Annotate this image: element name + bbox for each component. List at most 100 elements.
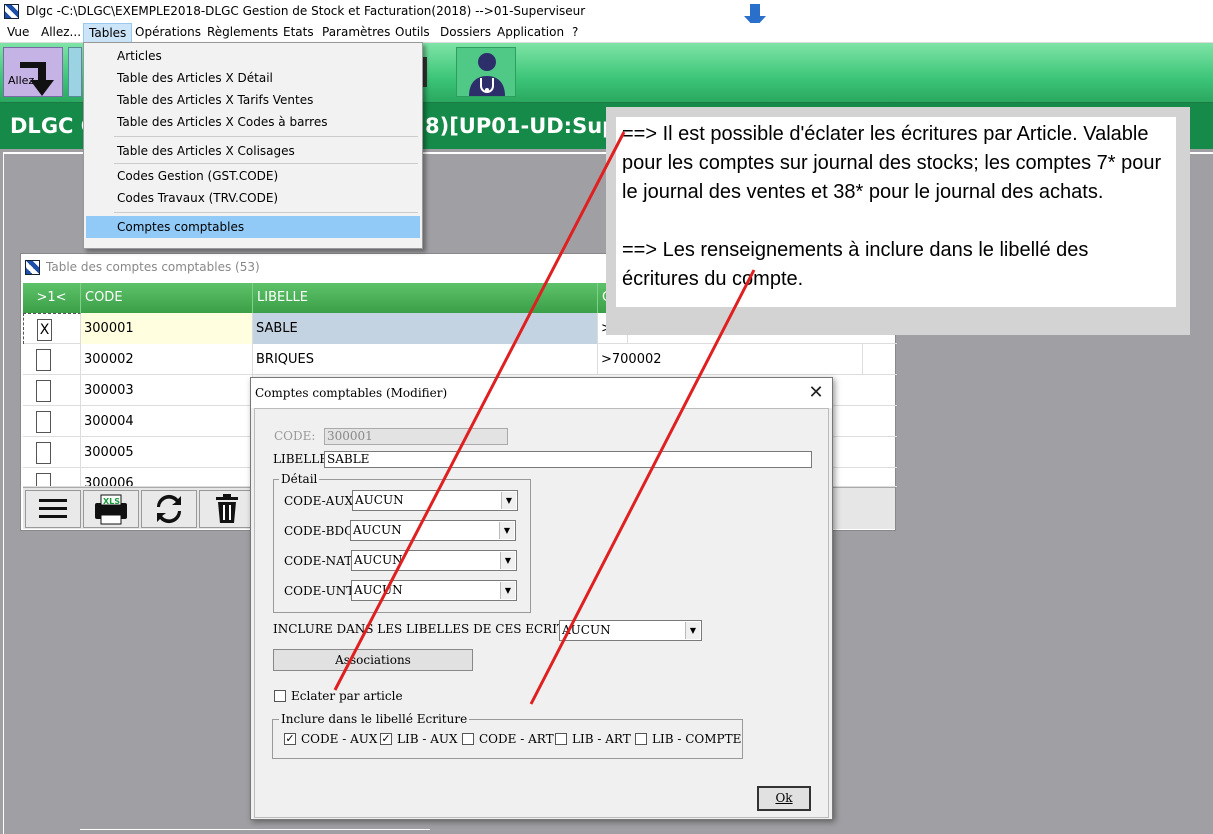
menu-etats[interactable]: Etats — [278, 23, 319, 43]
toolbar-button[interactable] — [68, 47, 82, 97]
cell-code: 300005 — [81, 437, 253, 468]
code-bdg-select[interactable]: AUCUN ▼ — [350, 520, 516, 541]
menu-item-articles-tarifs[interactable]: Table des Articles X Tarifs Ventes — [86, 89, 420, 111]
code-nat-select[interactable]: AUCUN ▼ — [351, 550, 517, 571]
code-nat-value: AUCUN — [354, 553, 403, 567]
eclater-label: Eclater par article — [291, 689, 403, 703]
chevron-down-icon: ▼ — [500, 582, 515, 599]
menu-parametres[interactable]: Paramètres — [317, 23, 395, 43]
menu-item-articles-codes-barres[interactable]: Table des Articles X Codes à barres — [86, 111, 420, 133]
list-menu-button[interactable] — [25, 490, 81, 528]
inclure-label: INCLURE DANS LES LIBELLES DE CES ECRITUR… — [273, 622, 602, 636]
tables-dropdown-menu: Articles Table des Articles X Détail Tab… — [83, 42, 423, 249]
menu-vue[interactable]: Vue — [2, 23, 34, 43]
cell-compte: >700002 — [598, 344, 863, 375]
menu-separator — [114, 136, 418, 137]
row-checkbox[interactable] — [36, 349, 51, 371]
chevron-down-icon: ▼ — [685, 622, 700, 639]
dialog-body: CODE: 300001 LIBELLE: SABLE Détail CODE-… — [254, 408, 829, 818]
svg-text:XLS: XLS — [103, 497, 120, 506]
code-art-checkbox[interactable] — [462, 733, 474, 745]
code-aux-value: AUCUN — [355, 493, 404, 507]
row-checkbox[interactable] — [36, 473, 51, 486]
doctor-icon — [469, 53, 505, 96]
menu-item-articles[interactable]: Articles — [86, 45, 420, 67]
export-xls-button[interactable]: XLS — [83, 490, 139, 528]
menu-application[interactable]: Application — [492, 23, 569, 43]
menu-reglements[interactable]: Règlements — [202, 23, 283, 43]
close-icon[interactable]: ✕ — [804, 381, 828, 405]
code-aux-option-label: CODE - AUX — [301, 732, 378, 746]
inclure-select[interactable]: AUCUN ▼ — [559, 620, 702, 641]
code-field: 300001 — [324, 428, 508, 445]
column-header-code[interactable]: CODE — [81, 283, 253, 313]
menu-item-comptes-comptables[interactable]: Comptes comptables — [86, 216, 420, 238]
menubar: Vue Allez... Tables Opérations Règlement… — [0, 23, 1213, 43]
code-bdg-label: CODE-BDG: — [284, 524, 358, 538]
menu-allez[interactable]: Allez... — [36, 23, 86, 43]
column-header-mark[interactable]: >1< — [23, 283, 81, 313]
menu-item-codes-travaux[interactable]: Codes Travaux (TRV.CODE) — [86, 187, 420, 209]
refresh-icon — [156, 494, 182, 524]
row-checkbox[interactable] — [36, 411, 51, 433]
code-aux-select[interactable]: AUCUN ▼ — [352, 490, 518, 511]
lib-aux-checkbox[interactable]: ✓ — [380, 733, 392, 745]
refresh-button[interactable] — [141, 490, 197, 528]
menu-help[interactable]: ? — [567, 23, 583, 43]
menu-dossiers[interactable]: Dossiers — [435, 23, 496, 43]
annotation-text-1: ==> Il est possible d'éclater les écritu… — [622, 123, 1162, 203]
menu-item-articles-detail[interactable]: Table des Articles X Détail — [86, 67, 420, 89]
delete-button[interactable] — [199, 490, 255, 528]
row-checkbox[interactable]: X — [37, 319, 52, 341]
lib-aux-option-label: LIB - AUX — [397, 732, 458, 746]
cell-libelle: SABLE — [253, 313, 598, 344]
bottom-strip — [80, 829, 430, 834]
xls-print-icon: XLS — [95, 494, 127, 525]
lib-compte-option-label: LIB - COMPTE — [652, 732, 742, 746]
row-checkbox[interactable] — [36, 442, 51, 464]
lib-compte-checkbox[interactable] — [635, 733, 647, 745]
associations-button[interactable]: Associations — [273, 649, 473, 671]
code-unt-label: CODE-UNT: — [284, 584, 358, 598]
cell-code: 300001 — [81, 313, 253, 344]
chevron-down-icon: ▼ — [499, 522, 514, 539]
annotation-text-2: ==> Les renseignements à inclure dans le… — [622, 239, 1089, 290]
column-header-libelle[interactable]: LIBELLE — [253, 283, 598, 313]
code-bdg-value: AUCUN — [353, 523, 402, 537]
table-row[interactable]: 300002 BRIQUES >700002 — [23, 344, 897, 375]
menu-operations[interactable]: Opérations — [130, 23, 206, 43]
menu-item-codes-gestion[interactable]: Codes Gestion (GST.CODE) — [86, 165, 420, 187]
cell-code: 300006 — [81, 468, 253, 486]
ok-button[interactable]: Ok — [757, 786, 811, 811]
code-nat-label: CODE-NAT: — [284, 554, 356, 568]
edit-dialog: Comptes comptables (Modifier) ✕ CODE: 30… — [250, 377, 833, 820]
libelle-ecriture-group-label: Inclure dans le libellé Ecriture — [279, 712, 470, 726]
cell-code: 300004 — [81, 406, 253, 437]
annotation-box: ==> Il est possible d'éclater les écritu… — [616, 117, 1176, 307]
menu-outils[interactable]: Outils — [390, 23, 435, 43]
supervisor-button[interactable] — [456, 47, 516, 97]
menu-tables[interactable]: Tables — [83, 23, 133, 43]
inclure-value: AUCUN — [562, 623, 611, 637]
code-label: CODE: — [274, 429, 316, 443]
cell-libelle: BRIQUES — [253, 344, 598, 375]
eclater-checkbox[interactable] — [274, 690, 286, 702]
lib-art-checkbox[interactable] — [555, 733, 567, 745]
goto-arrow-icon — [20, 62, 54, 96]
lib-art-option-label: LIB - ART — [572, 732, 631, 746]
code-aux-checkbox[interactable]: ✓ — [284, 733, 296, 745]
chevron-down-icon: ▼ — [501, 492, 516, 509]
libelle-field[interactable]: SABLE — [324, 451, 812, 468]
code-unt-select[interactable]: AUCUN ▼ — [351, 580, 517, 601]
dialog-title: Comptes comptables (Modifier) — [251, 378, 832, 408]
cell-code: 300003 — [81, 375, 253, 406]
trash-icon — [216, 494, 238, 523]
window-title: Dlgc -C:\DLGC\EXEMPLE2018-DLGC Gestion d… — [0, 0, 1213, 23]
menu-separator — [114, 163, 418, 164]
app-icon — [4, 4, 19, 19]
menu-item-articles-colisages[interactable]: Table des Articles X Colisages — [86, 140, 420, 162]
cell-code: 300002 — [81, 344, 253, 375]
chevron-down-icon: ▼ — [500, 552, 515, 569]
code-unt-value: AUCUN — [354, 583, 403, 597]
row-checkbox[interactable] — [36, 380, 51, 402]
